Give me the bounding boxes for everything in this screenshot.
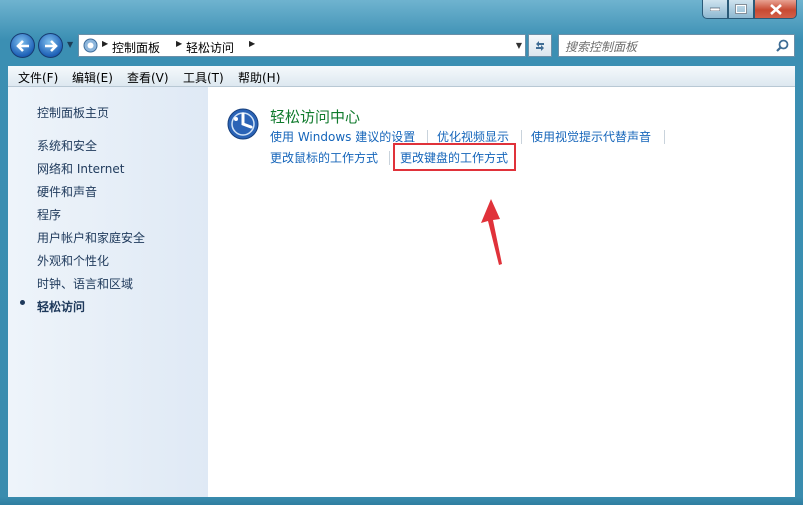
- sidebar-item-network-internet[interactable]: 网络和 Internet: [37, 160, 124, 177]
- link-separator: [427, 130, 428, 144]
- ease-of-access-center-link[interactable]: 轻松访问中心: [270, 106, 360, 127]
- address-bar[interactable]: ▶ 控制面板 ▶ 轻松访问 ▶ ▼: [78, 34, 526, 57]
- maximize-button[interactable]: [728, 0, 754, 19]
- sidebar: 控制面板主页 系统和安全 网络和 Internet 硬件和声音 程序 用户帐户和…: [8, 87, 208, 497]
- breadcrumb-control-panel[interactable]: 控制面板: [112, 39, 160, 56]
- sidebar-item-hardware-sound[interactable]: 硬件和声音: [37, 183, 97, 200]
- close-button[interactable]: [754, 0, 797, 19]
- window-bottom-border: [0, 497, 803, 505]
- content-area: 控制面板主页 系统和安全 网络和 Internet 硬件和声音 程序 用户帐户和…: [8, 87, 795, 497]
- breadcrumb-separator-icon[interactable]: ▶: [249, 39, 255, 48]
- link-separator: [664, 130, 665, 144]
- link-separator: [389, 151, 390, 165]
- menu-help[interactable]: 帮助(H): [238, 69, 280, 86]
- minimize-button[interactable]: [702, 0, 728, 19]
- highlight-box: [393, 143, 516, 171]
- menu-tools[interactable]: 工具(T): [183, 69, 224, 86]
- link-separator: [521, 130, 522, 144]
- refresh-icon: [536, 40, 544, 51]
- search-input[interactable]: [563, 37, 767, 56]
- menu-view[interactable]: 查看(V): [127, 69, 169, 86]
- breadcrumb-ease-of-access[interactable]: 轻松访问: [186, 39, 234, 56]
- back-button[interactable]: [10, 33, 35, 58]
- sidebar-item-programs[interactable]: 程序: [37, 206, 61, 223]
- navigation-bar: ▼ ▶ 控制面板 ▶ 轻松访问 ▶ ▼: [10, 32, 796, 60]
- control-panel-window: ▼ ▶ 控制面板 ▶ 轻松访问 ▶ ▼ 搜索控制面板 文件(F) 编辑(E) 查…: [0, 0, 803, 505]
- recent-pages-dropdown-icon[interactable]: ▼: [67, 40, 73, 49]
- link-visual-cues-for-sounds[interactable]: 使用视觉提示代替声音: [531, 128, 651, 145]
- menu-file[interactable]: 文件(F): [18, 69, 58, 86]
- current-item-bullet: [20, 300, 25, 305]
- address-dropdown-icon[interactable]: ▼: [516, 41, 522, 50]
- refresh-button[interactable]: [528, 34, 552, 57]
- main-panel: 轻松访问中心 使用 Windows 建议的设置 优化视频显示 使用视觉提示代替声…: [208, 87, 795, 497]
- search-icon[interactable]: [776, 39, 789, 52]
- breadcrumb-separator-icon[interactable]: ▶: [102, 39, 108, 48]
- menu-bar: 文件(F) 编辑(E) 查看(V) 工具(T) 帮助(H): [8, 66, 795, 87]
- sidebar-item-user-accounts[interactable]: 用户帐户和家庭安全: [37, 229, 145, 246]
- maximize-icon: [735, 4, 747, 14]
- ease-of-access-icon[interactable]: [227, 108, 259, 140]
- forward-button[interactable]: [38, 33, 63, 58]
- annotation-arrow-icon: [481, 199, 502, 265]
- link-change-mouse[interactable]: 更改鼠标的工作方式: [270, 149, 378, 166]
- sidebar-item-clock-language-region[interactable]: 时钟、语言和区域: [37, 275, 133, 292]
- sidebar-item-system-security[interactable]: 系统和安全: [37, 137, 97, 154]
- sidebar-item-appearance[interactable]: 外观和个性化: [37, 252, 109, 269]
- forward-arrow-icon: [44, 39, 58, 52]
- close-icon: [769, 3, 782, 15]
- sidebar-item-control-panel-home[interactable]: 控制面板主页: [37, 104, 109, 121]
- minimize-icon: [710, 7, 720, 11]
- search-box[interactable]: [558, 34, 795, 57]
- sidebar-item-ease-of-access: 轻松访问: [37, 300, 86, 314]
- breadcrumb-separator-icon[interactable]: ▶: [176, 39, 182, 48]
- menu-edit[interactable]: 编辑(E): [72, 69, 113, 86]
- caption-buttons: [702, 0, 797, 20]
- control-panel-icon: [83, 38, 98, 53]
- back-arrow-icon: [15, 39, 29, 52]
